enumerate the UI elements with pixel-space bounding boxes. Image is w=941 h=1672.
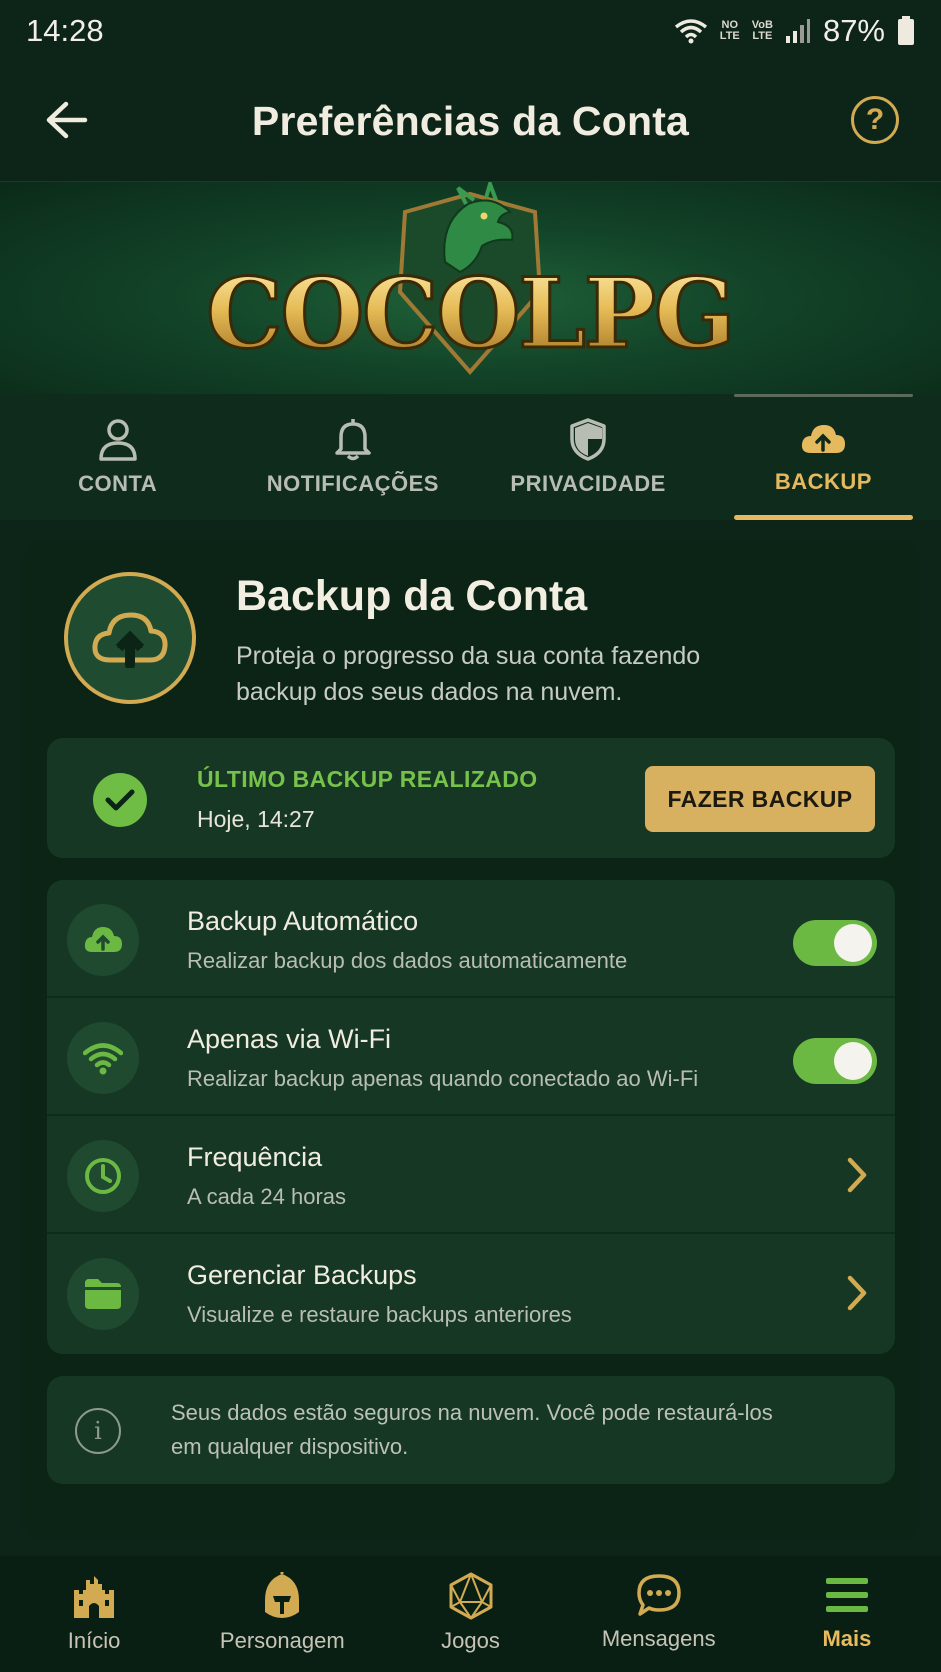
cloud-upload-icon	[67, 904, 139, 976]
wifi-icon	[67, 1022, 139, 1094]
cloud-upload-icon	[802, 425, 846, 453]
tab-privacidade[interactable]: PRIVACIDADE	[471, 394, 706, 520]
castle-icon	[74, 1576, 115, 1618]
tab-label: BACKUP	[774, 469, 872, 494]
wifi-only-toggle[interactable]	[793, 1038, 877, 1084]
nav-label: Mensagens	[601, 1626, 716, 1651]
last-backup-label: ÚLTIMO BACKUP REALIZADO	[197, 766, 538, 792]
tab-backup[interactable]: BACKUP	[706, 394, 941, 520]
chevron-right-icon	[847, 1275, 867, 1311]
nav-mais[interactable]: Mais	[753, 1556, 941, 1672]
check-icon	[93, 773, 147, 827]
nav-personagem[interactable]: Personagem	[188, 1556, 376, 1672]
setting-title: Gerenciar Backups	[187, 1260, 417, 1290]
wifi-status-icon	[674, 17, 708, 45]
setting-title: Backup Automático	[187, 906, 419, 936]
backup-now-button[interactable]: FAZER BACKUP	[645, 766, 875, 832]
page-title: Preferências da Conta	[251, 98, 690, 144]
clock-icon	[67, 1140, 139, 1212]
cloud-upload-icon	[92, 612, 168, 668]
battery-icon	[897, 16, 915, 46]
tab-conta[interactable]: CONTA	[0, 394, 235, 520]
status-bar: 14:28 NO LTE VoB LTE 87%	[0, 0, 941, 62]
setting-subtitle: Realizar backup dos dados automaticament…	[187, 948, 628, 973]
setting-title: Frequência	[187, 1142, 323, 1172]
status-time: 14:28	[26, 13, 104, 48]
help-button[interactable]: ?	[851, 96, 899, 144]
bottom-navigation: Início Personagem Jogos Mensagens Mais	[0, 1556, 941, 1672]
tab-label: CONTA	[78, 471, 158, 496]
back-button[interactable]	[40, 94, 92, 146]
signal-icon	[785, 18, 811, 44]
setting-title: Apenas via Wi-Fi	[187, 1024, 392, 1054]
tab-notificacoes[interactable]: NOTIFICAÇÕES	[235, 394, 470, 520]
helmet-icon	[265, 1572, 300, 1618]
chevron-right-icon	[847, 1157, 867, 1193]
volte-status-icon: VoB LTE	[751, 19, 773, 42]
nav-jogos[interactable]: Jogos	[376, 1556, 564, 1672]
last-backup-status: ÚLTIMO BACKUP REALIZADO Hoje, 14:27 FAZE…	[47, 738, 895, 858]
tab-label: PRIVACIDADE	[510, 471, 666, 496]
battery-percent: 87%	[822, 13, 885, 48]
folder-icon	[67, 1258, 139, 1330]
backup-settings-list: Backup Automático Realizar backup dos da…	[47, 880, 895, 1354]
info-text: Seus dados estão seguros na nuvem. Você …	[171, 1400, 773, 1459]
setting-subtitle: Realizar backup apenas quando conectado …	[187, 1066, 699, 1091]
question-icon: ?	[865, 103, 885, 136]
nav-label: Início	[67, 1628, 121, 1653]
nav-label: Mais	[822, 1626, 872, 1651]
shield-icon	[570, 418, 606, 461]
user-icon	[98, 419, 137, 461]
app-bar: Preferências da Conta ?	[0, 62, 941, 182]
settings-tabs: CONTA NOTIFICAÇÕES PRIVACIDADE BACKUP	[0, 394, 941, 520]
menu-icon	[825, 1578, 868, 1612]
setting-wifi-only[interactable]: Apenas via Wi-Fi Realizar backup apenas …	[47, 998, 895, 1116]
bell-icon	[335, 419, 371, 461]
d20-icon	[449, 1572, 492, 1620]
setting-manage-backups[interactable]: Gerenciar Backups Visualize e restaure b…	[47, 1234, 895, 1352]
chat-icon	[636, 1574, 681, 1616]
last-backup-time: Hoje, 14:27	[197, 806, 315, 832]
setting-auto-backup[interactable]: Backup Automático Realizar backup dos da…	[47, 880, 895, 998]
backup-card: Backup da Conta Proteja o progresso da s…	[22, 540, 920, 1540]
tab-label: NOTIFICAÇÕES	[266, 471, 439, 496]
setting-subtitle: Visualize e restaure backups anteriores	[187, 1302, 572, 1327]
setting-subtitle: A cada 24 horas	[187, 1184, 347, 1209]
backup-title: Backup da Conta	[236, 572, 588, 620]
lte-status-icon: NO LTE	[719, 19, 740, 42]
info-notice: i Seus dados estão seguros na nuvem. Voc…	[47, 1376, 895, 1484]
game-banner: COCOLPG	[0, 182, 941, 394]
setting-frequency[interactable]: Frequência A cada 24 horas	[47, 1116, 895, 1234]
arrow-left-icon	[46, 101, 88, 139]
nav-label: Jogos	[441, 1628, 500, 1653]
status-icons: NO LTE VoB LTE 87%	[674, 13, 915, 49]
nav-label: Personagem	[219, 1628, 345, 1653]
cocolpg-logo: COCOLPG	[205, 182, 737, 376]
backup-description: Proteja o progresso da sua conta fazendo…	[236, 642, 701, 706]
backup-hero-icon	[64, 572, 196, 704]
nav-inicio[interactable]: Início	[0, 1556, 188, 1672]
info-icon: i	[75, 1408, 121, 1454]
auto-backup-toggle[interactable]	[793, 920, 877, 966]
svg-text:COCOLPG: COCOLPG	[206, 257, 734, 370]
nav-mensagens[interactable]: Mensagens	[565, 1556, 753, 1672]
